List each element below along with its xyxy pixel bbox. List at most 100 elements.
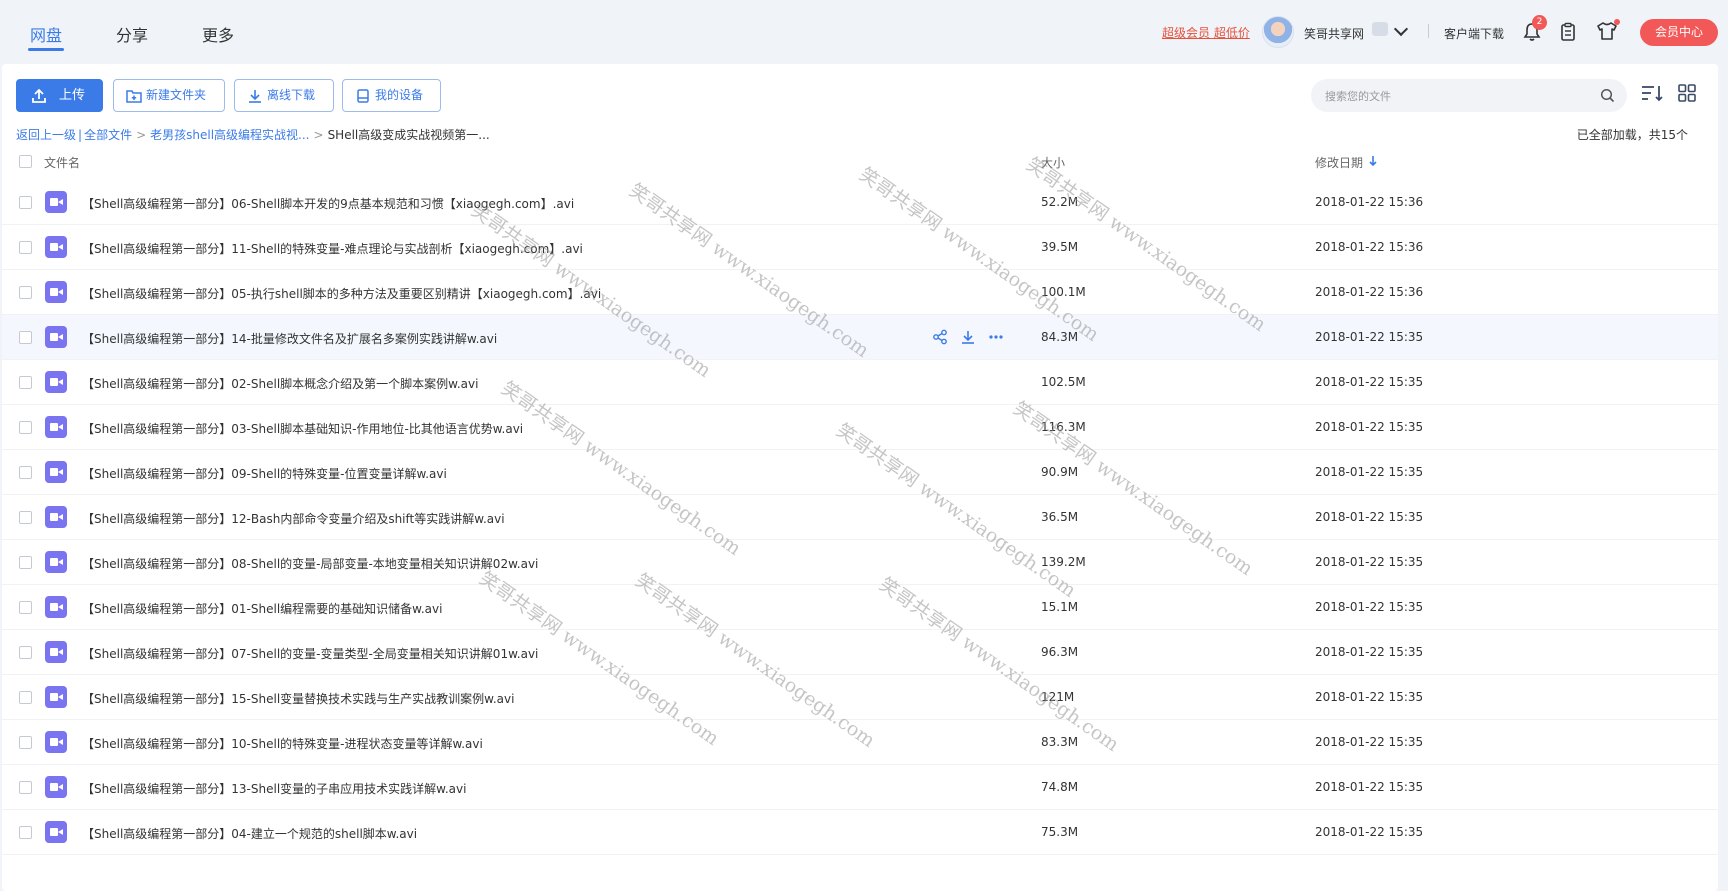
table-row[interactable]: 【Shell高级编程第一部分】04-建立一个规范的shell脚本w.avi 75.…: [2, 810, 1718, 855]
active-tab-indicator: [28, 48, 64, 51]
row-checkbox[interactable]: [19, 736, 32, 749]
notification-badge: 2: [1532, 15, 1547, 30]
row-checkbox[interactable]: [19, 466, 32, 479]
file-name[interactable]: 【Shell高级编程第一部分】12-Bash内部命令变量介绍及shift等实践讲…: [82, 510, 505, 527]
row-checkbox[interactable]: [19, 556, 32, 569]
my-devices-label: 我的设备: [375, 88, 424, 102]
share-icon[interactable]: [932, 329, 948, 345]
new-indicator-dot: [1614, 19, 1620, 25]
clipboard-icon[interactable]: [1558, 22, 1578, 42]
row-checkbox[interactable]: [19, 241, 32, 254]
file-date: 2018-01-22 15:35: [1315, 375, 1424, 389]
file-name[interactable]: 【Shell高级编程第一部分】11-Shell的特殊变量-难点理论与实战剖析【x…: [82, 240, 583, 257]
my-devices-button[interactable]: 我的设备: [342, 79, 441, 112]
table-row[interactable]: 【Shell高级编程第一部分】08-Shell的变量-局部变量-本地变量相关知识…: [2, 540, 1718, 585]
table-row[interactable]: 【Shell高级编程第一部分】09-Shell的特殊变量-位置变量详解w.avi…: [2, 450, 1718, 495]
table-row[interactable]: 【Shell高级编程第一部分】15-Shell变量替换技术实践与生产实战教训案例…: [2, 675, 1718, 720]
file-name[interactable]: 【Shell高级编程第一部分】15-Shell变量替换技术实践与生产实战教训案例…: [82, 690, 514, 707]
video-file-icon: [45, 191, 67, 213]
upload-label: 上传: [59, 88, 86, 103]
table-row[interactable]: 【Shell高级编程第一部分】03-Shell脚本基础知识-作用地位-比其他语言…: [2, 405, 1718, 450]
file-size: 83.3M: [1041, 735, 1079, 749]
file-date: 2018-01-22 15:35: [1315, 510, 1424, 524]
download-icon[interactable]: [960, 329, 976, 345]
file-name[interactable]: 【Shell高级编程第一部分】10-Shell的特殊变量-进程状态变量等详解w.…: [82, 735, 483, 752]
table-row[interactable]: 【Shell高级编程第一部分】02-Shell脚本概念介绍及第一个脚本案例w.a…: [2, 360, 1718, 405]
table-row[interactable]: 【Shell高级编程第一部分】14-批量修改文件名及扩展名多案例实践讲解w.av…: [2, 315, 1718, 360]
col-name-header[interactable]: 文件名: [44, 154, 80, 171]
tab-share[interactable]: 分享: [116, 22, 148, 46]
video-file-icon: [45, 461, 67, 483]
file-size: 52.2M: [1041, 195, 1079, 209]
file-name[interactable]: 【Shell高级编程第一部分】14-批量修改文件名及扩展名多案例实践讲解w.av…: [82, 330, 497, 347]
table-header: 文件名 大小 修改日期: [2, 140, 1718, 180]
tab-more[interactable]: 更多: [202, 22, 234, 46]
row-checkbox[interactable]: [19, 601, 32, 614]
sort-icon[interactable]: [1640, 83, 1664, 103]
file-date: 2018-01-22 15:35: [1315, 600, 1424, 614]
row-checkbox[interactable]: [19, 781, 32, 794]
select-all-checkbox[interactable]: [19, 155, 32, 168]
upload-button[interactable]: 上传: [16, 79, 103, 112]
row-checkbox[interactable]: [19, 376, 32, 389]
table-row[interactable]: 【Shell高级编程第一部分】13-Shell变量的子串应用技术实践详解w.av…: [2, 765, 1718, 810]
table-row[interactable]: 【Shell高级编程第一部分】07-Shell的变量-变量类型-全局变量相关知识…: [2, 630, 1718, 675]
table-row[interactable]: 【Shell高级编程第一部分】11-Shell的特殊变量-难点理论与实战剖析【x…: [2, 225, 1718, 270]
sort-desc-icon[interactable]: [1368, 155, 1378, 167]
file-panel: 上传 新建文件夹 离线下载 我的设备 搜索您的文件 返回上一级 | 全部文件 >…: [2, 64, 1718, 891]
row-checkbox[interactable]: [19, 646, 32, 659]
avatar[interactable]: [1262, 16, 1294, 48]
file-name[interactable]: 【Shell高级编程第一部分】01-Shell编程需要的基础知识储备w.avi: [82, 600, 442, 617]
file-date: 2018-01-22 15:35: [1315, 780, 1424, 794]
vip-center-button[interactable]: 会员中心: [1640, 19, 1718, 46]
device-icon: [357, 89, 369, 103]
file-name[interactable]: 【Shell高级编程第一部分】13-Shell变量的子串应用技术实践详解w.av…: [82, 780, 466, 797]
vip-badge-icon: [1372, 22, 1388, 36]
file-date: 2018-01-22 15:36: [1315, 285, 1424, 299]
row-checkbox[interactable]: [19, 691, 32, 704]
table-row[interactable]: 【Shell高级编程第一部分】10-Shell的特殊变量-进程状态变量等详解w.…: [2, 720, 1718, 765]
row-checkbox[interactable]: [19, 331, 32, 344]
tab-netdisk[interactable]: 网盘: [30, 22, 62, 46]
file-name[interactable]: 【Shell高级编程第一部分】06-Shell脚本开发的9点基本规范和习惯【xi…: [82, 195, 574, 212]
file-name[interactable]: 【Shell高级编程第一部分】02-Shell脚本概念介绍及第一个脚本案例w.a…: [82, 375, 478, 392]
file-name[interactable]: 【Shell高级编程第一部分】09-Shell的特殊变量-位置变量详解w.avi: [82, 465, 447, 482]
offline-download-button[interactable]: 离线下载: [234, 79, 334, 112]
video-file-icon: [45, 731, 67, 753]
row-checkbox[interactable]: [19, 826, 32, 839]
video-file-icon: [45, 551, 67, 573]
row-checkbox[interactable]: [19, 421, 32, 434]
client-download-link[interactable]: 客户端下载: [1444, 25, 1504, 42]
grid-view-icon[interactable]: [1678, 84, 1696, 102]
super-vip-link[interactable]: 超级会员 超低价: [1162, 24, 1250, 41]
table-row[interactable]: 【Shell高级编程第一部分】05-执行shell脚本的多种方法及重要区别精讲【…: [2, 270, 1718, 315]
file-size: 121M: [1041, 690, 1075, 704]
video-file-icon: [45, 326, 67, 348]
search-icon[interactable]: [1600, 88, 1615, 103]
video-file-icon: [45, 776, 67, 798]
table-row[interactable]: 【Shell高级编程第一部分】01-Shell编程需要的基础知识储备w.avi 1…: [2, 585, 1718, 630]
more-icon[interactable]: [988, 329, 1004, 345]
file-name[interactable]: 【Shell高级编程第一部分】08-Shell的变量-局部变量-本地变量相关知识…: [82, 555, 538, 572]
row-checkbox[interactable]: [19, 196, 32, 209]
video-file-icon: [45, 686, 67, 708]
row-checkbox[interactable]: [19, 286, 32, 299]
col-size-header[interactable]: 大小: [1041, 154, 1065, 171]
file-name[interactable]: 【Shell高级编程第一部分】05-执行shell脚本的多种方法及重要区别精讲【…: [82, 285, 601, 302]
username[interactable]: 笑哥共享网: [1304, 25, 1364, 42]
search-input[interactable]: [1325, 87, 1585, 105]
file-name[interactable]: 【Shell高级编程第一部分】03-Shell脚本基础知识-作用地位-比其他语言…: [82, 420, 523, 437]
file-size: 139.2M: [1041, 555, 1086, 569]
video-file-icon: [45, 596, 67, 618]
table-row[interactable]: 【Shell高级编程第一部分】12-Bash内部命令变量介绍及shift等实践讲…: [2, 495, 1718, 540]
file-date: 2018-01-22 15:35: [1315, 690, 1424, 704]
file-size: 102.5M: [1041, 375, 1086, 389]
col-date-header[interactable]: 修改日期: [1315, 154, 1363, 171]
file-name[interactable]: 【Shell高级编程第一部分】07-Shell的变量-变量类型-全局变量相关知识…: [82, 645, 538, 662]
chevron-down-icon[interactable]: [1393, 21, 1409, 37]
row-checkbox[interactable]: [19, 511, 32, 524]
table-row[interactable]: 【Shell高级编程第一部分】06-Shell脚本开发的9点基本规范和习惯【xi…: [2, 180, 1718, 225]
file-name[interactable]: 【Shell高级编程第一部分】04-建立一个规范的shell脚本w.avi: [82, 825, 417, 842]
new-folder-button[interactable]: 新建文件夹: [113, 79, 225, 112]
new-folder-label: 新建文件夹: [146, 88, 207, 102]
